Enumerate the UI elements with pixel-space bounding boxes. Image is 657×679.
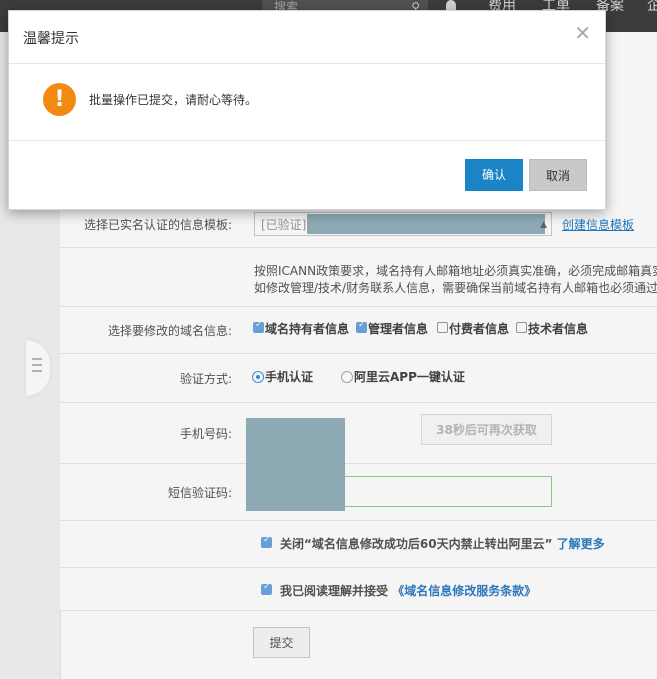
warning-icon: ! — [43, 83, 76, 116]
confirm-button[interactable]: 确认 — [465, 159, 523, 191]
divider — [9, 63, 605, 64]
dialog-message: 批量操作已提交，请耐心等待。 — [89, 93, 258, 107]
cancel-button[interactable]: 取消 — [529, 159, 587, 191]
dialog-title: 温馨提示 — [23, 31, 79, 47]
notice-dialog: 温馨提示 ✕ ! 批量操作已提交，请耐心等待。 确认 取消 — [8, 10, 606, 210]
close-icon[interactable]: ✕ — [574, 23, 591, 43]
divider — [9, 140, 605, 141]
